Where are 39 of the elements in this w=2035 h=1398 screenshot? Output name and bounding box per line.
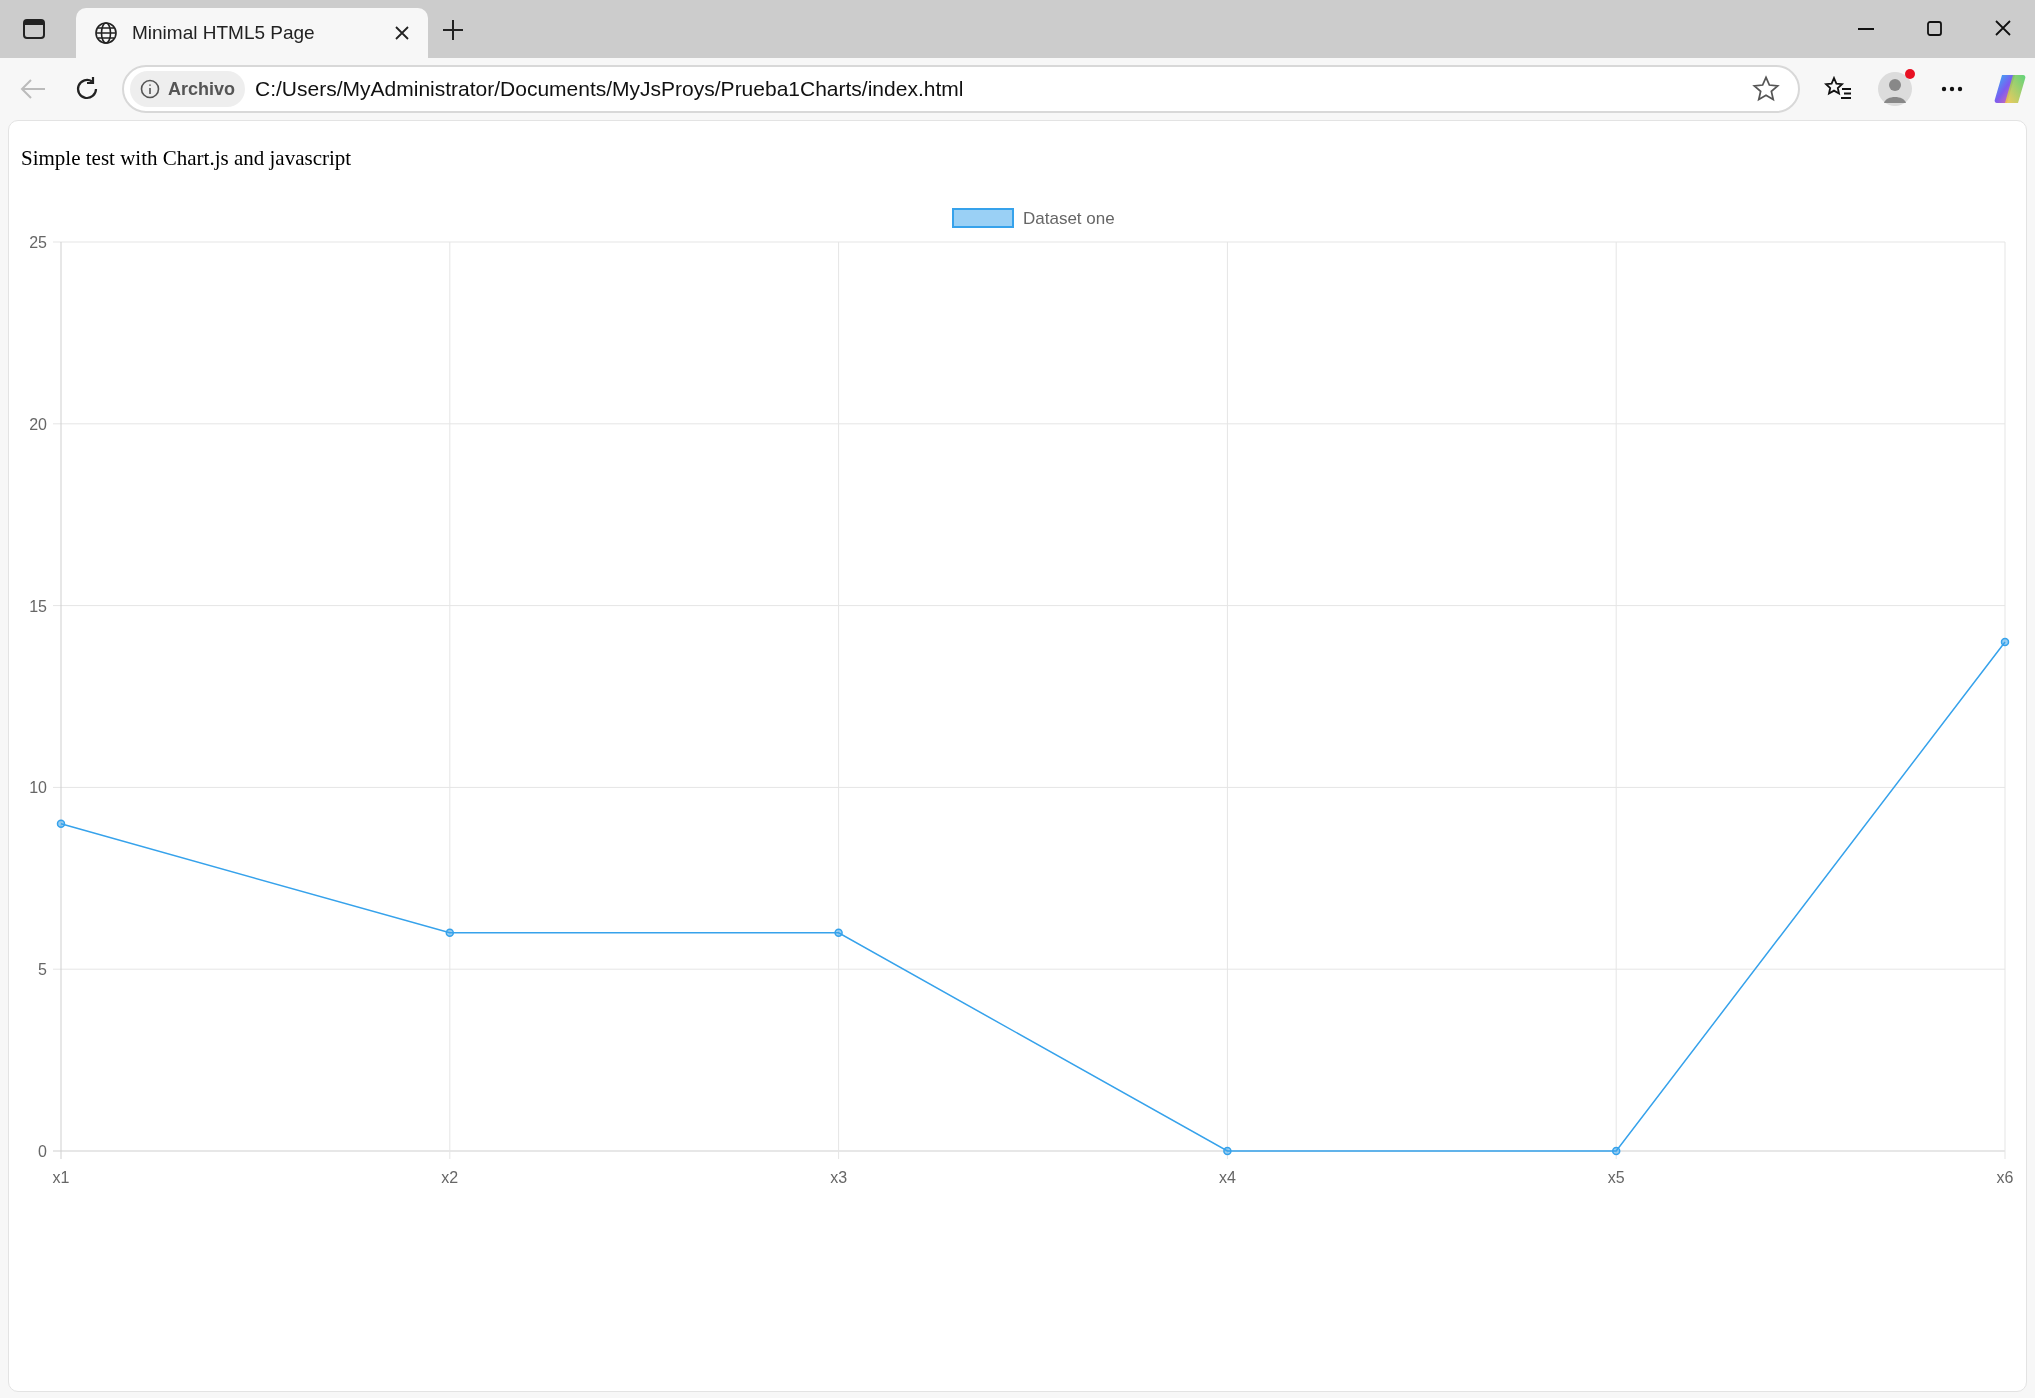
page-heading: Simple test with Chart.js and javascript [20,145,353,172]
browser-tab[interactable]: Minimal HTML5 Page [76,8,428,58]
data-point [834,928,843,938]
window-close-icon[interactable] [1995,20,2011,36]
reload-icon[interactable] [74,76,100,102]
more-icon[interactable] [1941,86,1963,92]
y-tick-label: 25 [29,234,47,251]
tab-title: Minimal HTML5 Page [132,20,316,45]
x-tick-label: x4 [1218,1169,1236,1186]
y-tick-label: 15 [29,597,47,615]
legend-swatch[interactable] [952,208,1014,228]
maximize-icon[interactable] [1927,21,1942,36]
sidebar-toggle-icon[interactable] [22,17,46,41]
x-tick-label: x6 [1996,1169,2014,1186]
y-tick-label: 10 [29,779,47,797]
profile-avatar[interactable] [1878,72,1912,106]
y-tick-label: 0 [38,1143,47,1160]
info-icon [140,79,160,99]
url-text: C:/Users/MyAdministrator/Documents/MyJsProys/Prueba1Charts/index.html [255,76,965,103]
y-tick-label: 5 [38,961,47,979]
data-point [56,819,66,828]
legend-label[interactable]: Dataset one [1023,209,1115,228]
x-tick-label: x1 [52,1169,70,1186]
data-point [1611,1146,1621,1156]
y-tick-label: 20 [29,415,47,433]
favorites-icon[interactable] [1824,76,1852,102]
data-point [1223,1146,1232,1156]
site-info-badge[interactable]: Archivo [130,71,246,107]
new-tab-icon[interactable] [442,19,464,41]
assistant-icon[interactable] [1993,72,2027,106]
star-icon[interactable] [1752,75,1780,103]
globe-icon [94,21,118,45]
x-tick-label: x5 [1607,1169,1625,1186]
x-tick-label: x2 [441,1169,459,1186]
data-point [445,928,455,938]
x-tick-label: x3 [830,1169,848,1186]
close-icon[interactable] [394,25,410,41]
address-bar[interactable]: Archivo C:/Users/MyAdministrator/Documents/MyJsProys/Prueba1Charts/index.html [122,65,1800,113]
data-point [2000,637,2010,647]
